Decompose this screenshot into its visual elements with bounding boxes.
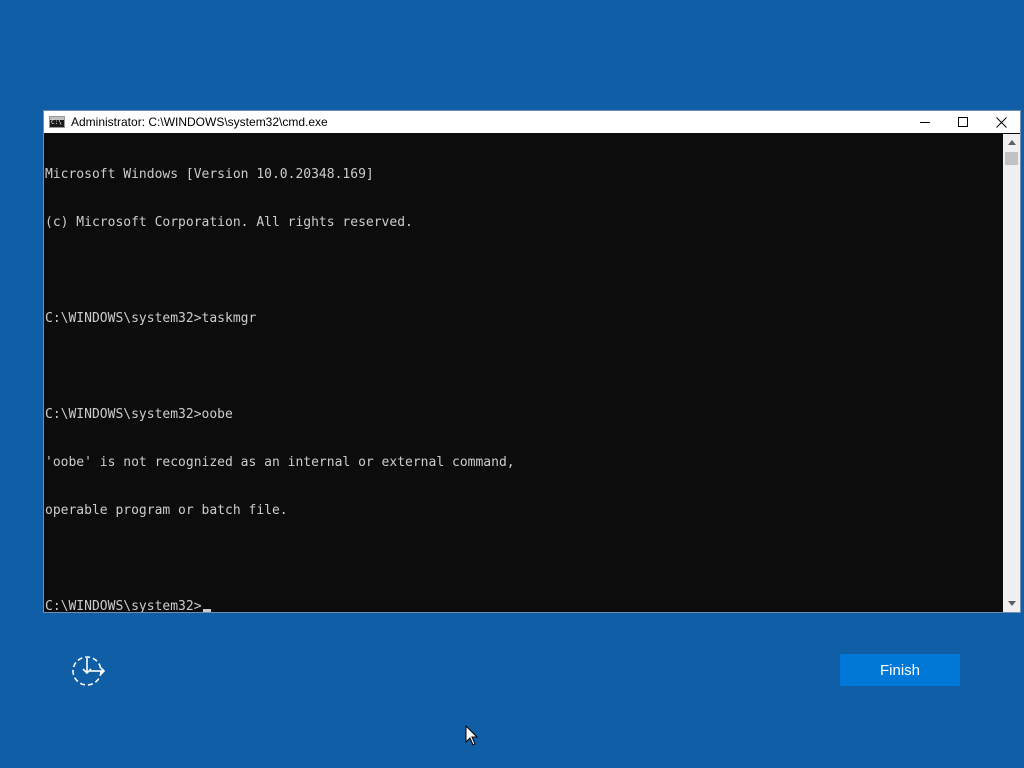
close-icon (995, 116, 1007, 128)
console-line: C:\WINDOWS\system32>taskmgr (45, 311, 257, 326)
minimize-icon (920, 122, 930, 123)
ease-of-access-icon (72, 656, 106, 686)
maximize-icon (958, 117, 968, 127)
console-line: C:\WINDOWS\system32>oobe (45, 407, 233, 422)
console-line: Microsoft Windows [Version 10.0.20348.16… (45, 167, 374, 182)
chevron-down-icon (1007, 601, 1016, 606)
scroll-down-button[interactable] (1003, 595, 1020, 612)
window-controls (906, 111, 1020, 133)
maximize-button[interactable] (944, 111, 982, 133)
chevron-up-icon (1007, 140, 1016, 145)
cmd-window: Administrator: C:\WINDOWS\system32\cmd.e… (43, 110, 1021, 613)
console-line: 'oobe' is not recognized as an internal … (45, 455, 515, 470)
close-button[interactable] (982, 111, 1020, 133)
console-line: operable program or batch file. (45, 503, 288, 518)
mouse-pointer-icon (465, 725, 478, 746)
cmd-icon[interactable] (49, 116, 65, 128)
finish-button[interactable]: Finish (840, 654, 960, 686)
scroll-up-button[interactable] (1003, 134, 1020, 151)
command-prompt-line[interactable]: C:\WINDOWS\system32> (45, 599, 1004, 612)
console-output[interactable]: Microsoft Windows [Version 10.0.20348.16… (44, 134, 1004, 612)
console-line: (c) Microsoft Corporation. All rights re… (45, 215, 413, 230)
command-prompt: C:\WINDOWS\system32> (45, 599, 202, 612)
accessibility-button[interactable] (70, 654, 106, 688)
title-bar[interactable]: Administrator: C:\WINDOWS\system32\cmd.e… (44, 111, 1020, 133)
minimize-button[interactable] (906, 111, 944, 133)
text-cursor (202, 609, 211, 612)
window-title: Administrator: C:\WINDOWS\system32\cmd.e… (71, 115, 328, 129)
scroll-thumb[interactable] (1005, 152, 1018, 165)
vertical-scrollbar[interactable] (1003, 134, 1020, 612)
